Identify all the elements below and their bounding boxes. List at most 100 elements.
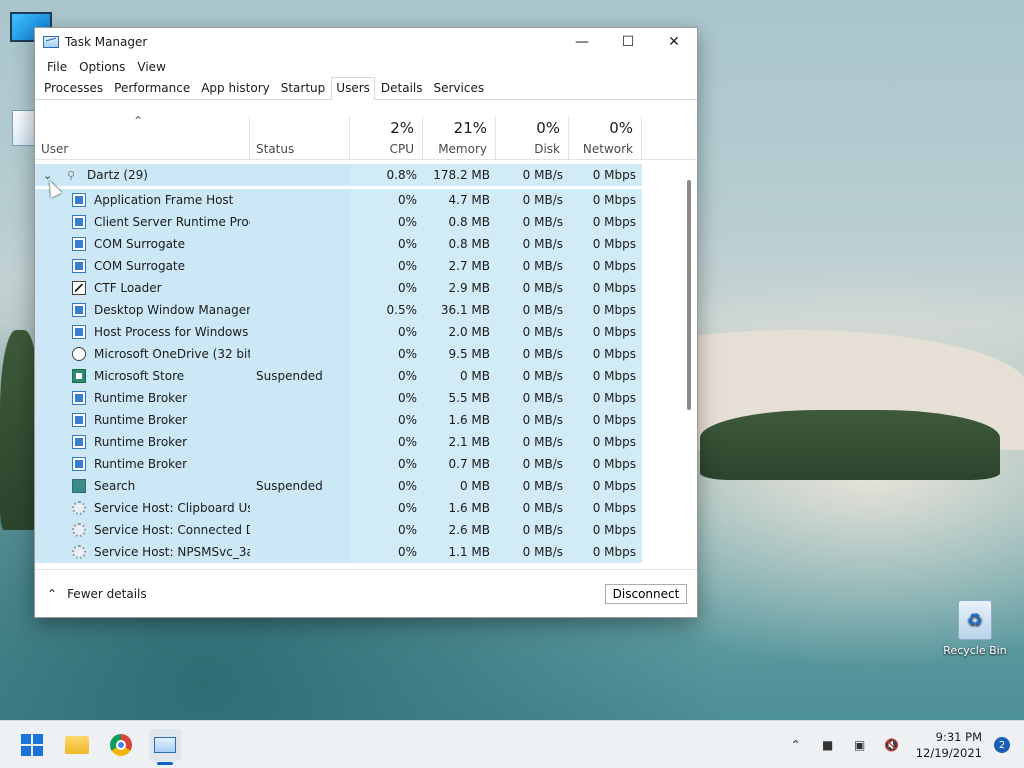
process-memory: 1.1 MB <box>423 541 496 563</box>
process-network: 0 Mbps <box>569 299 642 321</box>
process-memory: 0.8 MB <box>423 211 496 233</box>
tab-services[interactable]: Services <box>429 77 490 99</box>
app-window-icon <box>72 215 86 229</box>
menu-view[interactable]: View <box>131 60 171 74</box>
process-network: 0 Mbps <box>569 189 642 211</box>
header-disk[interactable]: 0% Disk <box>496 116 569 160</box>
process-cpu: 0% <box>350 431 423 453</box>
task-manager-icon <box>43 36 59 48</box>
file-explorer-button[interactable] <box>61 729 93 761</box>
table-row[interactable]: Service Host: Clipboard Us... 0% 1.6 MB 0 M… <box>35 497 642 519</box>
table-row[interactable]: COM Surrogate 0% 0.8 MB 0 MB/s 0 Mbps <box>35 233 642 255</box>
user-memory: 178.2 MB <box>423 164 496 186</box>
table-row[interactable]: Microsoft OneDrive (32 bit) 0% 9.5 MB 0 MB/… <box>35 343 642 365</box>
recycle-bin[interactable]: ♻ Recycle Bin <box>940 600 1010 657</box>
process-network: 0 Mbps <box>569 519 642 541</box>
chevron-up-icon: ⌃ <box>47 586 58 601</box>
user-icon: ⚲ <box>67 168 76 182</box>
process-name-cell: Search <box>35 475 250 497</box>
process-disk: 0 MB/s <box>496 387 569 409</box>
process-disk: 0 MB/s <box>496 233 569 255</box>
process-cpu: 0% <box>350 321 423 343</box>
vertical-scrollbar[interactable] <box>687 180 691 410</box>
header-network-label: Network <box>582 142 633 156</box>
tab-details[interactable]: Details <box>376 77 428 99</box>
title-bar[interactable]: Task Manager — ☐ ✕ <box>35 28 697 56</box>
process-name: Runtime Broker <box>94 413 188 427</box>
table-row[interactable]: Microsoft Store Suspended 0% 0 MB 0 MB/s 0 Mb… <box>35 365 642 387</box>
tray-app-icon[interactable]: ■ <box>820 738 836 752</box>
user-cpu: 0.8% <box>350 164 423 186</box>
process-network: 0 Mbps <box>569 277 642 299</box>
clock[interactable]: 9:31 PM 12/19/2021 <box>916 729 982 761</box>
tab-processes[interactable]: Processes <box>39 77 108 99</box>
close-button[interactable]: ✕ <box>651 28 697 56</box>
header-memory[interactable]: 21% Memory <box>423 116 496 160</box>
minimize-button[interactable]: — <box>559 28 605 56</box>
window-title: Task Manager <box>65 35 148 49</box>
users-grid: ⌃ User Status 2% CPU 21% Memory 0% Disk … <box>35 102 697 570</box>
process-cpu: 0% <box>350 541 423 563</box>
maximize-button[interactable]: ☐ <box>605 28 651 56</box>
table-row[interactable]: Client Server Runtime Proc... 0% 0.8 MB 0 M… <box>35 211 642 233</box>
chevron-up-tray-icon[interactable]: ⌃ <box>788 738 804 752</box>
gear-icon <box>72 545 86 559</box>
user-network: 0 Mbps <box>569 164 642 186</box>
header-network-pct: 0% <box>609 119 633 137</box>
process-name: COM Surrogate <box>94 259 186 273</box>
menu-file[interactable]: File <box>41 60 73 74</box>
process-memory: 1.6 MB <box>423 497 496 519</box>
fewer-details-toggle[interactable]: ⌃ Fewer details <box>47 587 147 601</box>
process-disk: 0 MB/s <box>496 497 569 519</box>
recycle-bin-label: Recycle Bin <box>943 644 1007 657</box>
start-button[interactable] <box>16 729 48 761</box>
header-status[interactable]: Status <box>250 116 350 160</box>
onedrive-cloud-icon <box>72 347 86 361</box>
app-window-icon <box>72 303 86 317</box>
tab-performance[interactable]: Performance <box>109 77 195 99</box>
menu-options[interactable]: Options <box>73 60 131 74</box>
table-row[interactable]: Runtime Broker 0% 0.7 MB 0 MB/s 0 Mbps <box>35 453 642 475</box>
table-row[interactable]: Service Host: Connected D... 0% 2.6 MB 0 MB… <box>35 519 642 541</box>
process-cpu: 0% <box>350 189 423 211</box>
table-row[interactable]: Search Suspended 0% 0 MB 0 MB/s 0 Mbps <box>35 475 642 497</box>
table-row[interactable]: COM Surrogate 0% 2.7 MB 0 MB/s 0 Mbps <box>35 255 642 277</box>
process-name: Runtime Broker <box>94 457 188 471</box>
process-status <box>250 497 350 519</box>
process-cpu: 0% <box>350 277 423 299</box>
process-status <box>250 255 350 277</box>
table-row[interactable]: Application Frame Host 0% 4.7 MB 0 MB/s 0 Mb… <box>35 189 642 211</box>
process-status: Suspended <box>250 365 350 387</box>
header-user[interactable]: User <box>35 116 250 160</box>
task-manager-taskbar-button[interactable] <box>149 729 181 761</box>
header-cpu[interactable]: 2% CPU <box>350 116 423 160</box>
notification-badge[interactable]: 2 <box>994 737 1010 753</box>
volume-muted-icon[interactable]: 🔇 <box>884 738 900 752</box>
process-memory: 0 MB <box>423 475 496 497</box>
header-network[interactable]: 0% Network <box>569 116 642 160</box>
table-row[interactable]: Desktop Window Manager 0.5% 36.1 MB 0 MB/s 0… <box>35 299 642 321</box>
system-tray: ⌃ ■ ▣ 🔇 9:31 PM 12/19/2021 2 <box>780 721 1024 768</box>
process-memory: 36.1 MB <box>423 299 496 321</box>
chrome-button[interactable] <box>105 729 137 761</box>
disconnect-button[interactable]: Disconnect <box>605 584 687 604</box>
network-icon[interactable]: ▣ <box>852 738 868 752</box>
table-row[interactable]: Runtime Broker 0% 5.5 MB 0 MB/s 0 Mbps <box>35 387 642 409</box>
process-network: 0 Mbps <box>569 409 642 431</box>
ctf-loader-icon <box>72 281 86 295</box>
tab-startup[interactable]: Startup <box>276 77 331 99</box>
process-status <box>250 189 350 211</box>
tab-users[interactable]: Users <box>331 77 375 100</box>
user-row[interactable]: ⌄ ⚲ Dartz (29) 0.8% 178.2 MB 0 MB/s 0 Mb… <box>35 164 642 186</box>
table-row[interactable]: Host Process for Windows ... 0% 2.0 MB 0 MB… <box>35 321 642 343</box>
table-row[interactable]: CTF Loader 0% 2.9 MB 0 MB/s 0 Mbps <box>35 277 642 299</box>
menu-bar: File Options View <box>35 56 697 78</box>
process-name: Service Host: NPSMSvc_3a... <box>94 545 250 559</box>
table-row[interactable]: Runtime Broker 0% 1.6 MB 0 MB/s 0 Mbps <box>35 409 642 431</box>
tab-app-history[interactable]: App history <box>196 77 275 99</box>
app-window-icon <box>72 259 86 273</box>
process-cpu: 0% <box>350 255 423 277</box>
process-network: 0 Mbps <box>569 497 642 519</box>
table-row[interactable]: Runtime Broker 0% 2.1 MB 0 MB/s 0 Mbps <box>35 431 642 453</box>
table-row[interactable]: Service Host: NPSMSvc_3a... 0% 1.1 MB 0 MB/… <box>35 541 642 563</box>
